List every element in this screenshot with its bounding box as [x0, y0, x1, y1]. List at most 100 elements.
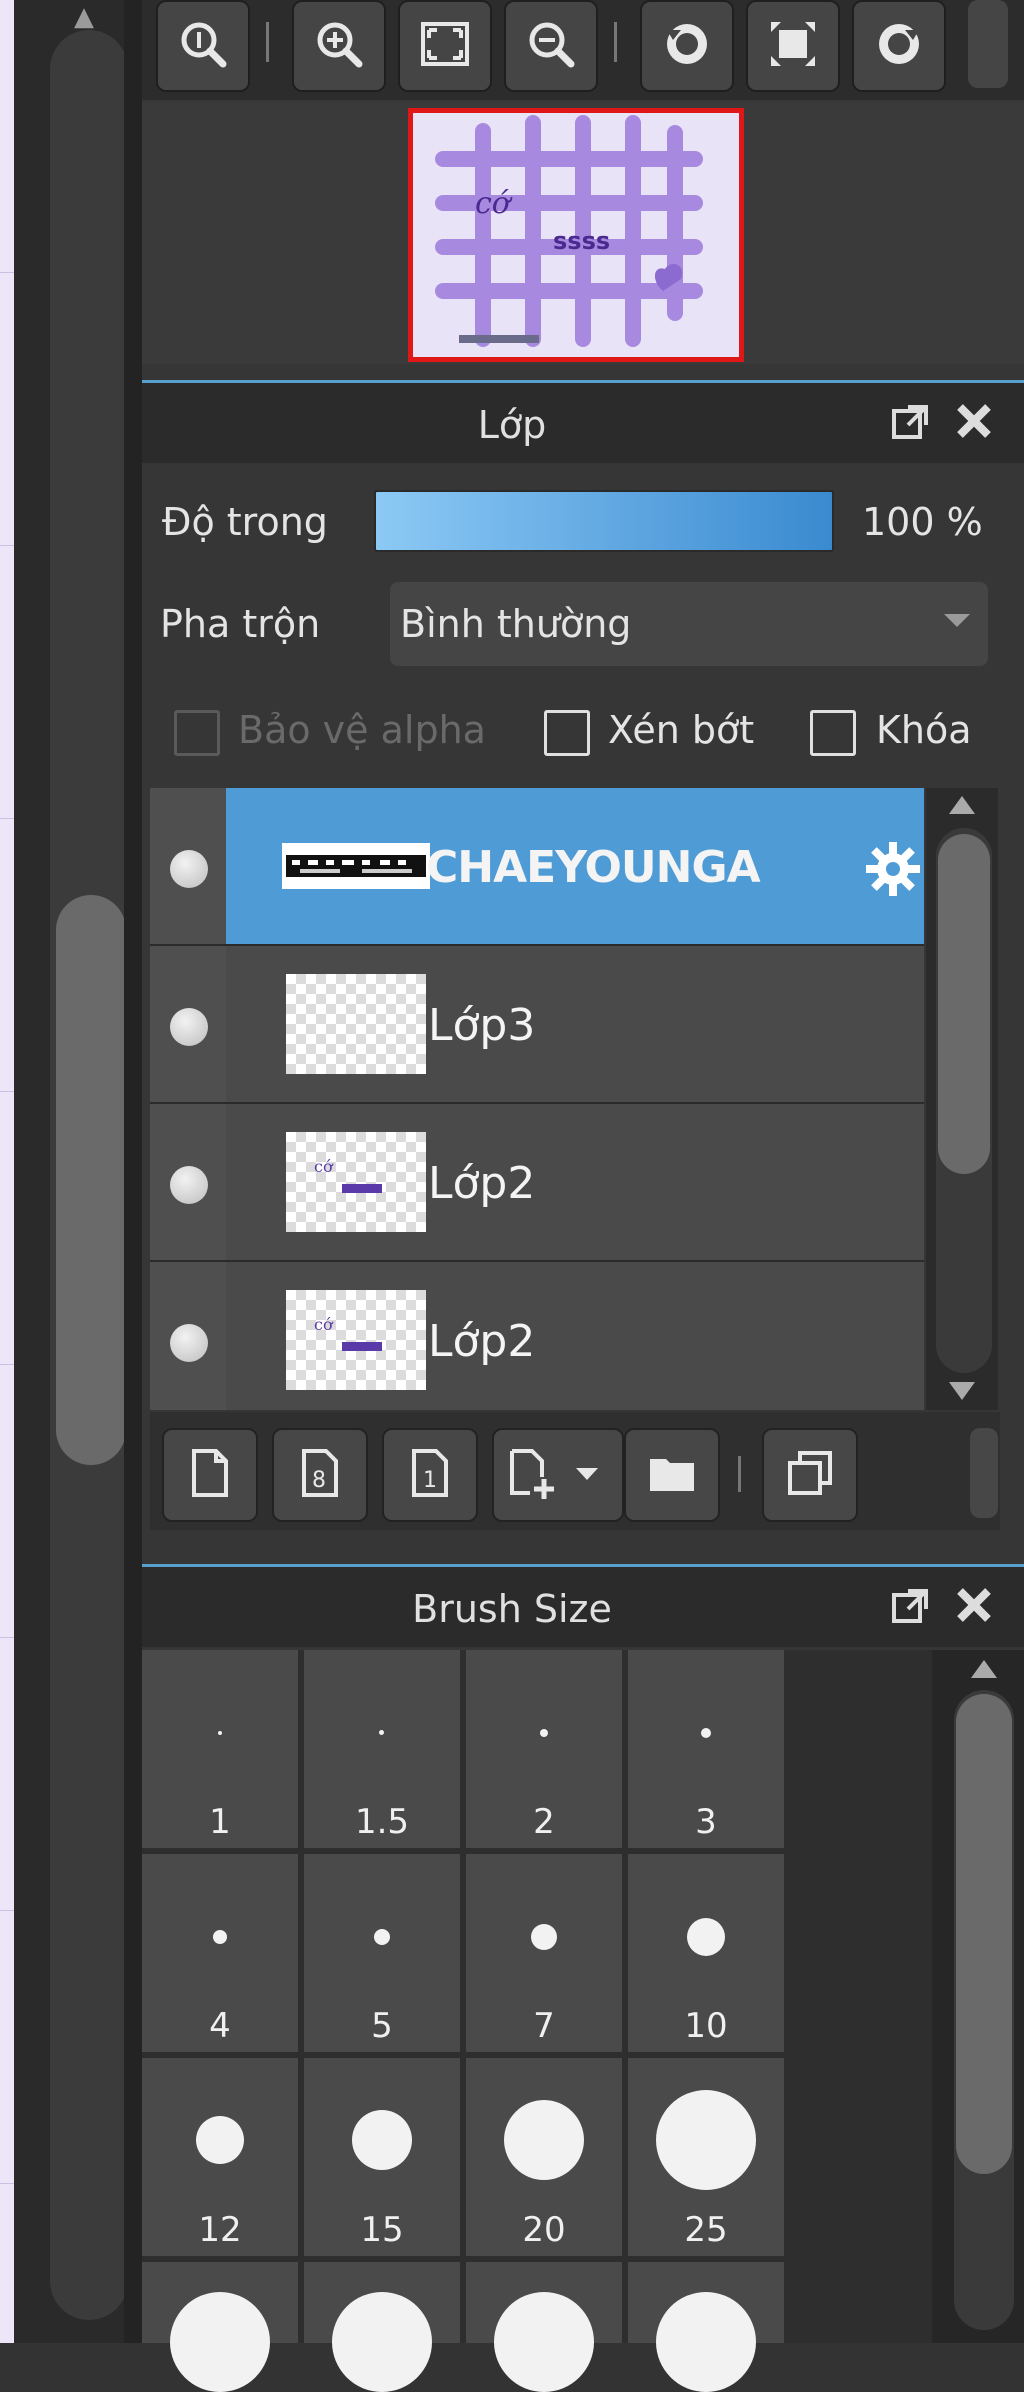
side-panel: cớ ꜱꜱꜱꜱ Lớp Độ trong 100 % Pha trộn Bình…: [142, 0, 1024, 2392]
layer-visibility-cell: [150, 788, 226, 944]
brush-size-10[interactable]: 10: [628, 1854, 784, 2052]
scrollbar-thumb[interactable]: [56, 895, 126, 1465]
layer-item[interactable]: cớ Lớp2: [226, 1262, 924, 1410]
layer-row[interactable]: Lớp3: [150, 946, 924, 1102]
zoom-in-icon: [311, 16, 367, 76]
close-icon[interactable]: [954, 401, 994, 441]
blend-mode-label: Pha trộn: [160, 602, 321, 646]
fullscreen-button[interactable]: [746, 0, 840, 92]
visibility-toggle-icon[interactable]: [170, 1008, 208, 1046]
svg-text:8: 8: [312, 1468, 326, 1493]
fullscreen-icon: [765, 16, 821, 76]
actions-overflow-button[interactable]: [970, 1428, 998, 1518]
scroll-up-arrow-icon[interactable]: [949, 796, 975, 814]
brush-size-cell[interactable]: [142, 2262, 298, 2392]
gear-icon[interactable]: [862, 838, 924, 900]
close-icon[interactable]: [954, 1585, 994, 1625]
brush-size-1[interactable]: 1: [142, 1650, 298, 1848]
brush-size-label: 2: [533, 1802, 555, 1842]
layer-panel-header: Lớp: [142, 383, 1024, 463]
clipping-checkbox[interactable]: [544, 710, 590, 756]
duplicate-icon: [784, 1447, 836, 1503]
scroll-down-arrow-icon[interactable]: [949, 1382, 975, 1400]
brush-grid-scrollbar[interactable]: [932, 1650, 1024, 2343]
brush-size-2[interactable]: 2: [466, 1650, 622, 1848]
visibility-toggle-icon[interactable]: [170, 850, 208, 888]
rotate-right-button[interactable]: [852, 0, 946, 92]
visibility-toggle-icon[interactable]: [170, 1166, 208, 1204]
canvas-edge[interactable]: [0, 0, 14, 2343]
visibility-toggle-icon[interactable]: [170, 1324, 208, 1362]
brush-size-12[interactable]: 12: [142, 2058, 298, 2256]
brush-size-label: 10: [684, 2006, 728, 2046]
layer-visibility-cell: [150, 1262, 226, 1410]
8bit-layer-icon: 8: [294, 1447, 346, 1503]
brush-size-label: 5: [371, 2006, 393, 2046]
brush-size-label: 1.5: [354, 1802, 410, 1842]
new-8bit-layer-button[interactable]: 8: [272, 1428, 368, 1522]
layer-item[interactable]: Lớp3: [226, 946, 924, 1102]
brush-size-20[interactable]: 20: [466, 2058, 622, 2256]
scrollbar-thumb[interactable]: [956, 1694, 1012, 2174]
blend-mode-select[interactable]: Bình thường: [390, 582, 988, 666]
protect-alpha-checkbox[interactable]: [174, 710, 220, 756]
zoom-out-button[interactable]: [504, 0, 598, 92]
popout-icon[interactable]: [890, 1585, 930, 1625]
layer-row[interactable]: CHAEYOUNGA: [150, 788, 924, 944]
layer-list-scrollbar[interactable]: [926, 788, 998, 1410]
layer-actions-bar: 8 1: [150, 1412, 1000, 1530]
brush-size-7[interactable]: 7: [466, 1854, 622, 2052]
new-folder-button[interactable]: [624, 1428, 720, 1522]
layer-name: Lớp2: [428, 1316, 536, 1367]
brush-size-4[interactable]: 4: [142, 1854, 298, 2052]
opacity-slider[interactable]: [374, 490, 834, 552]
panel-divider: [124, 0, 142, 2343]
canvas-vertical-scrollbar[interactable]: ▲: [14, 0, 128, 2343]
zoom-actual-button[interactable]: [156, 0, 250, 92]
new-1bit-layer-button[interactable]: 1: [382, 1428, 478, 1522]
new-page-icon: [184, 1447, 236, 1503]
toolbar-overflow-button[interactable]: [968, 0, 1008, 88]
svg-text:cớ: cớ: [475, 186, 513, 221]
chevron-down-icon: [944, 614, 970, 627]
brush-size-15[interactable]: 15: [304, 2058, 460, 2256]
scroll-up-arrow-icon[interactable]: [971, 1660, 997, 1678]
layer-row[interactable]: cớ Lớp2: [150, 1104, 924, 1260]
brush-size-3[interactable]: 3: [628, 1650, 784, 1848]
layer-thumbnail: [282, 843, 430, 889]
layer-item[interactable]: cớ Lớp2: [226, 1104, 924, 1260]
brush-size-5[interactable]: 5: [304, 1854, 460, 2052]
brush-size-cell[interactable]: [628, 2262, 784, 2392]
layer-item[interactable]: CHAEYOUNGA: [226, 788, 924, 944]
blend-mode-value: Bình thường: [400, 602, 632, 646]
lock-checkbox[interactable]: [810, 710, 856, 756]
dropdown-arrow-icon: [576, 1468, 598, 1480]
opacity-label: Độ trong: [162, 500, 328, 544]
brush-size-label: 1: [209, 1802, 231, 1842]
add-layer-menu-button[interactable]: [492, 1428, 624, 1522]
layer-name: CHAEYOUNGA: [426, 842, 761, 893]
navigator-panel: cớ ꜱꜱꜱꜱ: [142, 102, 1024, 364]
brush-size-label: 25: [684, 2210, 728, 2250]
lock-label: Khóa: [876, 708, 972, 752]
rotate-left-button[interactable]: [640, 0, 734, 92]
popout-icon[interactable]: [890, 401, 930, 441]
opacity-value: 100 %: [862, 500, 983, 544]
new-layer-button[interactable]: [162, 1428, 258, 1522]
zoom-in-button[interactable]: [292, 0, 386, 92]
brush-size-1.5[interactable]: 1.5: [304, 1650, 460, 1848]
fit-screen-button[interactable]: [398, 0, 492, 92]
brush-size-cell[interactable]: [466, 2262, 622, 2392]
navigator-thumbnail[interactable]: cớ ꜱꜱꜱꜱ: [408, 108, 744, 362]
brush-size-25[interactable]: 25: [628, 2058, 784, 2256]
layer-name: Lớp2: [428, 1158, 536, 1209]
add-layer-icon: [504, 1447, 556, 1503]
duplicate-layer-button[interactable]: [762, 1428, 858, 1522]
svg-text:1: 1: [423, 1468, 437, 1493]
zoom-actual-icon: [175, 16, 231, 76]
layer-row[interactable]: cớ Lớp2: [150, 1262, 924, 1410]
scroll-up-arrow-icon[interactable]: ▲: [74, 4, 94, 30]
brush-size-cell[interactable]: [304, 2262, 460, 2392]
brush-panel-title: Brush Size: [412, 1587, 612, 1631]
scrollbar-thumb[interactable]: [938, 834, 990, 1174]
